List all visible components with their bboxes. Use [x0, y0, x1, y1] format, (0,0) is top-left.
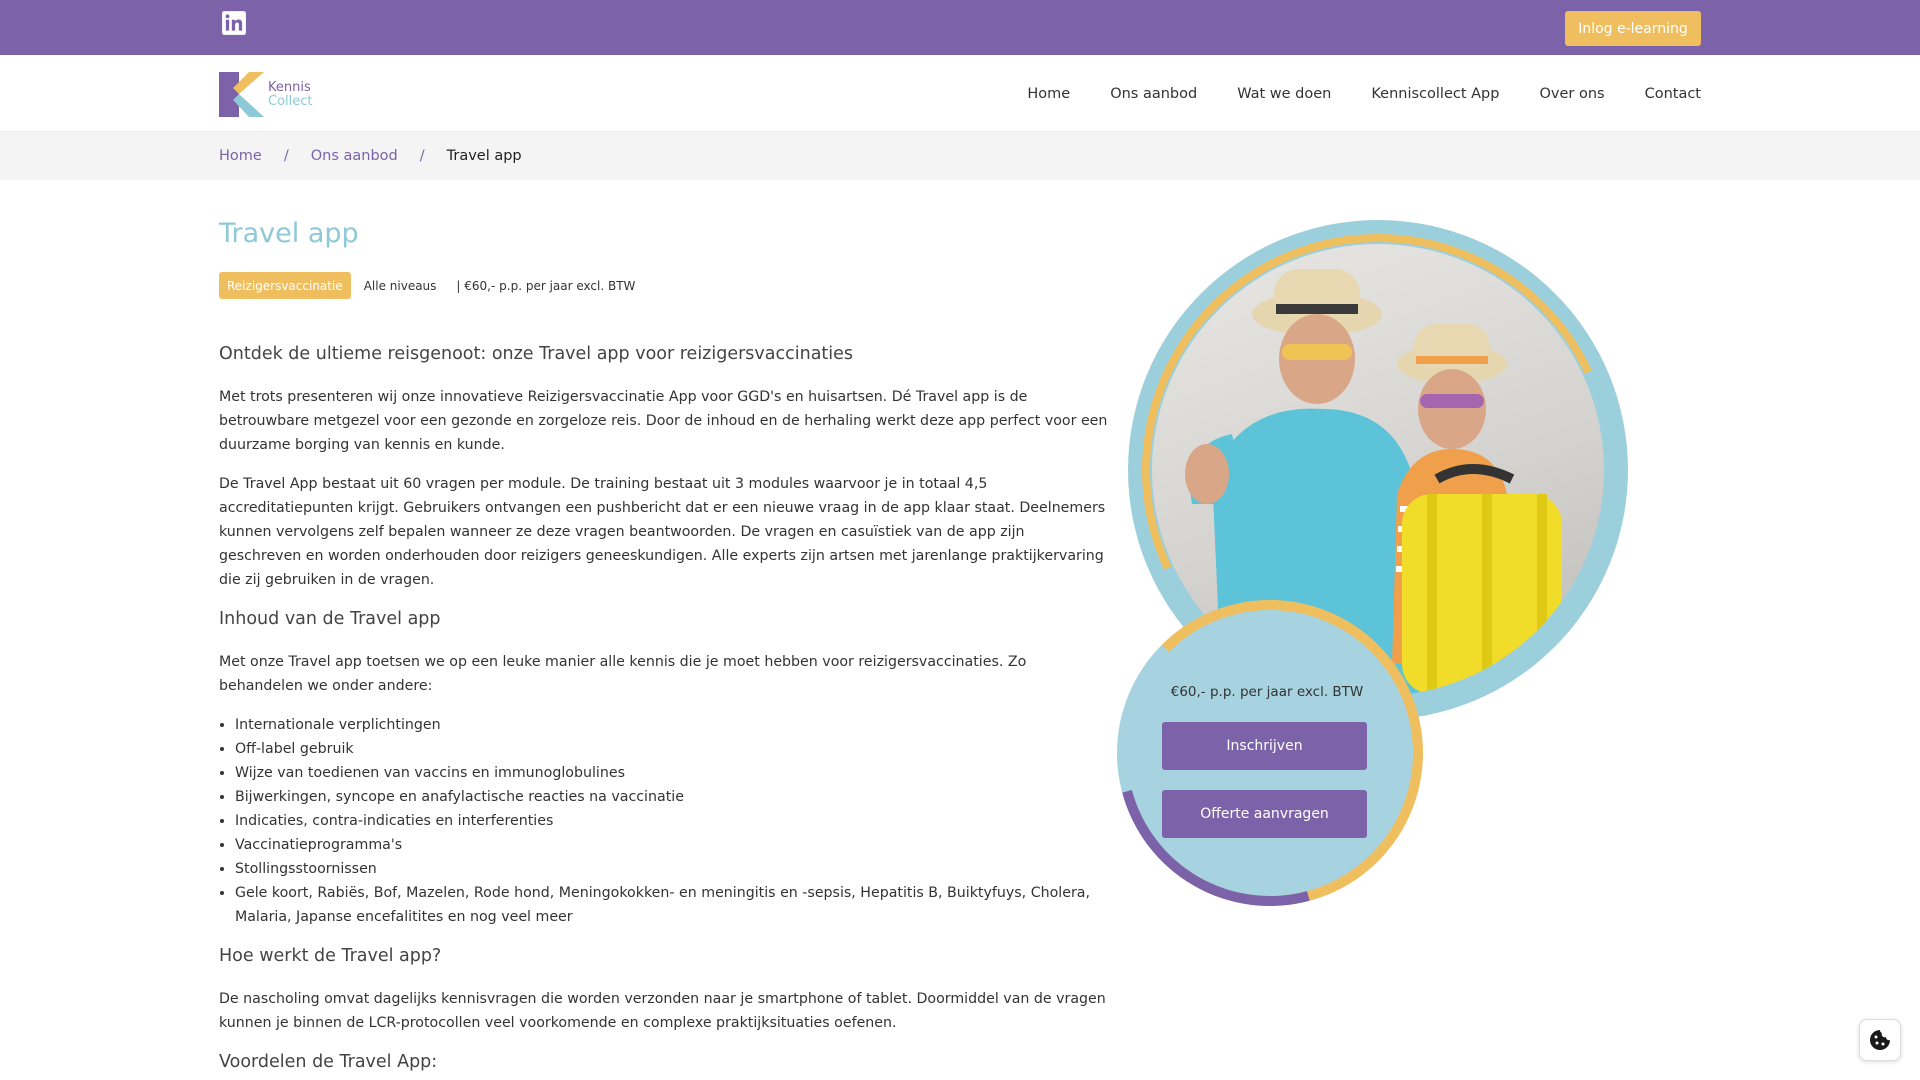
logo-mark-icon: [219, 72, 264, 117]
price-meta: | €60,- p.p. per jaar excl. BTW: [456, 278, 636, 293]
list-item: Vaccinatieprogramma's: [235, 833, 1109, 857]
pricing-card-price: €60,- p.p. per jaar excl. BTW: [1170, 684, 1364, 700]
article-body: Ontdek de ultieme reisgenoot: onze Trave…: [219, 342, 1109, 1080]
breadcrumb-separator: /: [283, 148, 289, 164]
kenniscollect-logo[interactable]: Kennis Collect: [219, 72, 313, 117]
breadcrumb-home[interactable]: Home: [219, 148, 262, 164]
course-meta: Reizigersvaccinatie Alle niveaus | €60,-…: [219, 272, 635, 299]
list-item: Off-label gebruik: [235, 737, 1109, 761]
logo-word-1: Kennis: [268, 79, 311, 95]
main-navbar: Kennis Collect Home Ons aanbod Wat we do…: [0, 55, 1920, 132]
enroll-button[interactable]: Inschrijven: [1162, 722, 1367, 770]
category-tag[interactable]: Reizigersvaccinatie: [219, 272, 351, 299]
paragraph-intro: Met trots presenteren wij onze innovatie…: [219, 389, 1108, 453]
section-heading-hoe-werkt: Hoe werkt de Travel app?: [219, 946, 442, 966]
nav-item-contact[interactable]: Contact: [1645, 86, 1701, 102]
list-item: Indicaties, contra-indicaties en interfe…: [235, 809, 1109, 833]
section-heading-inhoud: Inhoud van de Travel app: [219, 609, 441, 629]
nav-item-kenniscollect-app[interactable]: Kenniscollect App: [1371, 86, 1499, 102]
cookie-icon: [1870, 1030, 1890, 1050]
pricing-card: €60,- p.p. per jaar excl. BTW Inschrijve…: [1060, 543, 1480, 963]
breadcrumb-separator: /: [419, 148, 425, 164]
top-bar: Inlog e-learning: [0, 0, 1920, 55]
breadcrumb-current: Travel app: [446, 148, 522, 164]
nav-item-ons-aanbod[interactable]: Ons aanbod: [1110, 86, 1197, 102]
linkedin-icon[interactable]: [221, 10, 247, 36]
section-heading-intro: Ontdek de ultieme reisgenoot: onze Trave…: [219, 344, 854, 364]
breadcrumb-bar: Home / Ons aanbod / Travel app: [0, 132, 1920, 180]
topic-list: Internationale verplichtingen Off-label …: [219, 713, 1109, 929]
nav-item-home[interactable]: Home: [1027, 86, 1070, 102]
list-item: Gele koort, Rabiës, Bof, Mazelen, Rode h…: [235, 881, 1109, 929]
section-heading-voordelen: Voordelen de Travel App:: [219, 1052, 438, 1072]
list-item: Internationale verplichtingen: [235, 713, 1109, 737]
paragraph-details: De Travel App bestaat uit 60 vragen per …: [219, 476, 1106, 588]
paragraph-hoe-werkt: De nascholing omvat dagelijks kennisvrag…: [219, 991, 1106, 1031]
level-label: Alle niveaus: [363, 278, 437, 293]
breadcrumb-ons-aanbod[interactable]: Ons aanbod: [311, 148, 398, 164]
list-item: Stollingsstoornissen: [235, 857, 1109, 881]
breadcrumb: Home / Ons aanbod / Travel app: [219, 132, 522, 180]
list-item: Wijze van toedienen van vaccins en immun…: [235, 761, 1109, 785]
nav-item-over-ons[interactable]: Over ons: [1539, 86, 1604, 102]
login-elearning-button[interactable]: Inlog e-learning: [1565, 11, 1701, 46]
list-item: Bijwerkingen, syncope en anafylactische …: [235, 785, 1109, 809]
request-quote-button[interactable]: Offerte aanvragen: [1162, 790, 1367, 838]
paragraph-inhoud: Met onze Travel app toetsen we op een le…: [219, 654, 1027, 694]
nav-item-wat-we-doen[interactable]: Wat we doen: [1237, 86, 1331, 102]
nav-menu: Home Ons aanbod Wat we doen Kenniscollec…: [1027, 55, 1701, 132]
cookie-settings-button[interactable]: [1859, 1019, 1901, 1061]
page-title: Travel app: [219, 218, 359, 249]
logo-word-2: Collect: [268, 93, 313, 109]
